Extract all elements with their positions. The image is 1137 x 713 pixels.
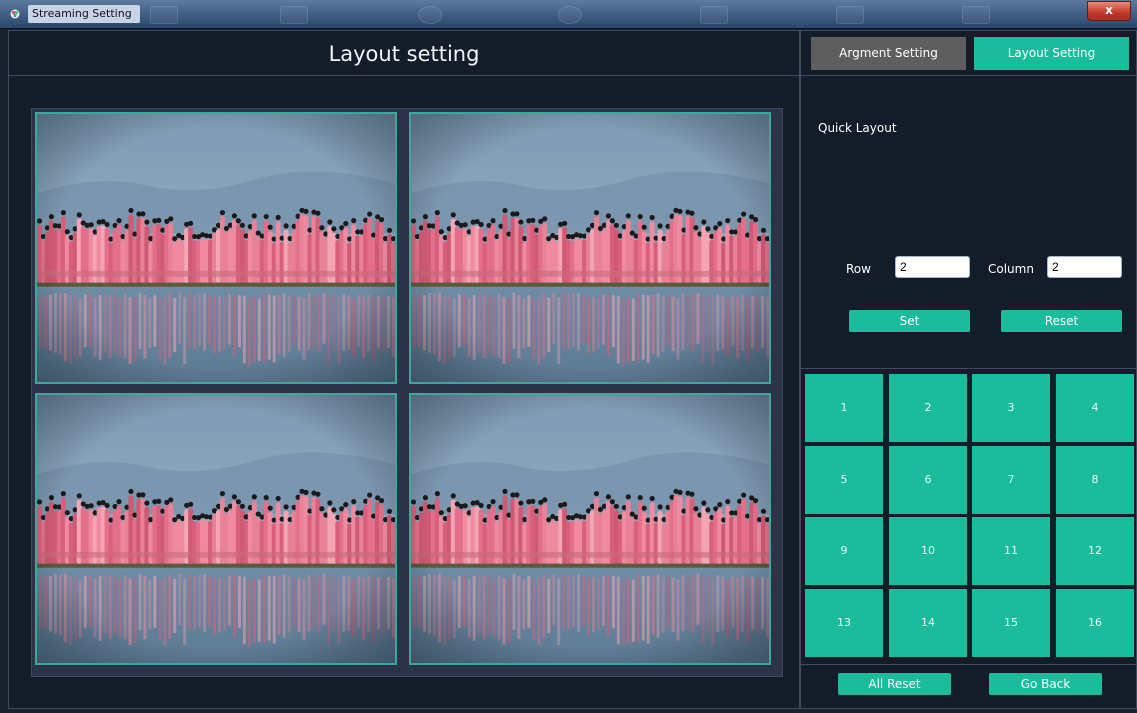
tab-layout-setting[interactable]: Layout Setting [974,37,1129,70]
window-title: Streaming Setting [28,5,140,23]
preset-button-7[interactable]: 7 [972,446,1050,514]
layout-window-2[interactable] [409,112,771,384]
preset-button-15[interactable]: 15 [972,589,1050,657]
preset-button-1[interactable]: 1 [805,374,883,442]
flamingo-preview-image [411,114,769,382]
preset-button-6[interactable]: 6 [889,446,967,514]
preset-button-2[interactable]: 2 [889,374,967,442]
app-icon [10,9,20,19]
flamingo-preview-image [37,114,395,382]
footer-divider [801,664,1136,665]
column-input[interactable]: 2 [1047,256,1122,278]
window-close-button[interactable]: x [1087,1,1131,21]
settings-panel: Argment Setting Layout Setting Quick Lay… [800,30,1137,709]
preset-button-3[interactable]: 3 [972,374,1050,442]
preset-button-13[interactable]: 13 [805,589,883,657]
column-label: Column [988,262,1034,276]
background-toolbar-icon [558,6,582,24]
preset-button-4[interactable]: 4 [1056,374,1134,442]
background-toolbar-icon [700,6,728,24]
background-toolbar-icon [962,6,990,24]
row-label: Row [846,262,871,276]
tab-bar: Argment Setting Layout Setting [801,31,1136,76]
go-back-button[interactable]: Go Back [989,673,1102,695]
quick-layout-section: Quick Layout Row 2 Column 2 Set Reset [801,76,1136,369]
window-titlebar: Streaming Setting x [0,0,1137,29]
set-button[interactable]: Set [849,310,970,332]
preset-button-5[interactable]: 5 [805,446,883,514]
layout-preview-panel: Layout setting [8,30,800,709]
layout-window-1[interactable] [35,112,397,384]
flamingo-preview-image [37,395,395,663]
layout-window-4[interactable] [409,393,771,665]
background-toolbar-icon [836,6,864,24]
preset-button-11[interactable]: 11 [972,517,1050,585]
flamingo-preview-image [411,395,769,663]
background-toolbar-icon [418,6,442,24]
layout-window-3[interactable] [35,393,397,665]
quick-layout-label: Quick Layout [818,121,897,135]
preset-button-10[interactable]: 10 [889,517,967,585]
all-reset-button[interactable]: All Reset [838,673,951,695]
background-toolbar-icon [150,6,178,24]
preset-button-8[interactable]: 8 [1056,446,1134,514]
layout-preview-canvas [31,108,783,677]
page-title: Layout setting [9,31,799,76]
preset-button-9[interactable]: 9 [805,517,883,585]
tab-argment-setting[interactable]: Argment Setting [811,37,966,70]
preset-layout-grid: 1 2 3 4 5 6 7 8 9 10 11 12 13 14 15 16 [805,374,1134,660]
background-toolbar-icon [280,6,308,24]
preset-button-14[interactable]: 14 [889,589,967,657]
row-input[interactable]: 2 [895,256,970,278]
preset-button-16[interactable]: 16 [1056,589,1134,657]
reset-button[interactable]: Reset [1001,310,1122,332]
preset-button-12[interactable]: 12 [1056,517,1134,585]
